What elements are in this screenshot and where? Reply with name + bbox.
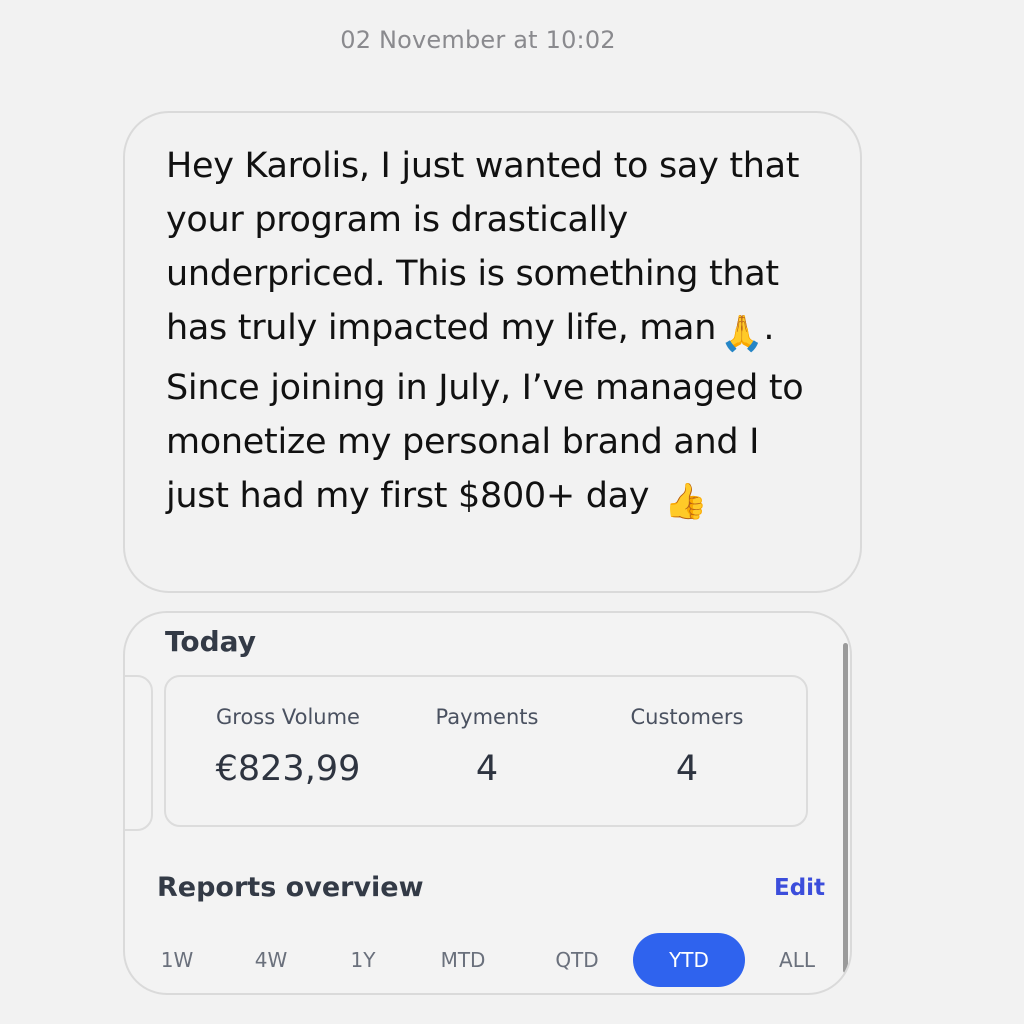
stat-gross-volume: Gross Volume €823,99 xyxy=(188,705,388,789)
today-title: Today xyxy=(165,625,256,658)
message-thread: 02 November at 10:02 Hey Karolis, I just… xyxy=(0,0,1024,1024)
folded-hands-emoji-icon: 🙏 xyxy=(720,314,764,354)
stat-value: €823,99 xyxy=(215,749,361,789)
range-tab-all[interactable]: ALL xyxy=(761,933,833,987)
range-tabs: 1W 4W 1Y MTD QTD YTD ALL xyxy=(125,933,850,989)
range-tab-ytd[interactable]: YTD xyxy=(633,933,745,987)
today-stats-card: Gross Volume €823,99 Payments 4 Customer… xyxy=(164,675,808,827)
stat-value: 4 xyxy=(475,749,499,789)
message-text: Hey Karolis, I just wanted to say that y… xyxy=(166,139,826,529)
message-timestamp: 02 November at 10:02 xyxy=(340,26,616,54)
reports-overview-title: Reports overview xyxy=(157,872,424,903)
range-tab-4w[interactable]: 4W xyxy=(239,933,303,987)
scrollbar xyxy=(843,643,848,973)
edit-link[interactable]: Edit xyxy=(774,875,825,901)
range-tab-1y[interactable]: 1Y xyxy=(331,933,395,987)
range-tab-mtd[interactable]: MTD xyxy=(423,933,503,987)
message-text-part1: Hey Karolis, I just wanted to say that y… xyxy=(166,146,800,348)
previous-card-partial xyxy=(125,675,153,831)
stat-label: Payments xyxy=(435,705,539,729)
stat-payments: Payments 4 xyxy=(387,705,587,789)
stat-value: 4 xyxy=(675,749,699,789)
range-tab-1w[interactable]: 1W xyxy=(145,933,209,987)
stat-label: Customers xyxy=(630,705,744,729)
thumbs-up-emoji-icon: 👍 xyxy=(664,482,708,522)
stat-customers: Customers 4 xyxy=(587,705,787,789)
dashboard-screenshot-attachment[interactable]: Today Gross Volume €823,99 Payments 4 Cu… xyxy=(123,611,852,995)
message-bubble[interactable]: Hey Karolis, I just wanted to say that y… xyxy=(123,111,862,593)
range-tab-qtd[interactable]: QTD xyxy=(537,933,617,987)
stat-label: Gross Volume xyxy=(216,705,360,729)
